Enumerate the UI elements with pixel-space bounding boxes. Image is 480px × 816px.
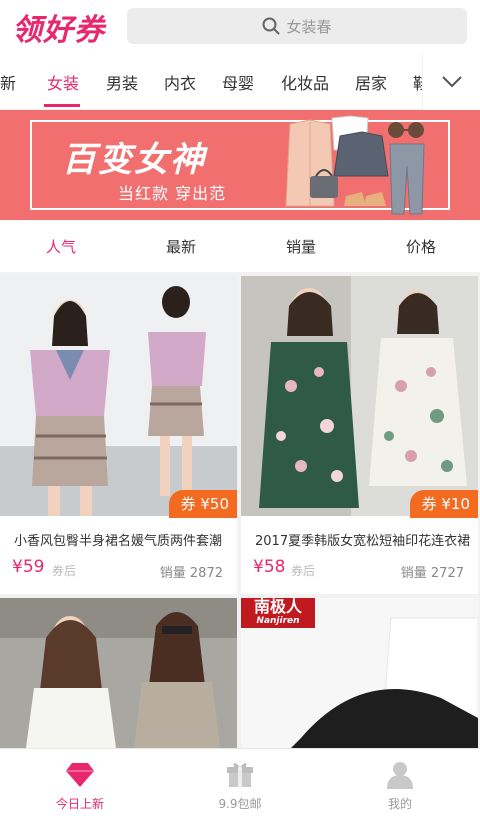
tab-label: 9.9包邮 xyxy=(218,797,262,811)
tab-free-shipping[interactable]: 9.9包邮 xyxy=(160,749,320,816)
brand-name: 南极人 xyxy=(253,598,302,616)
brand-name-latin: Nanjiren xyxy=(256,616,300,626)
price-after-coupon-tag: 券后 xyxy=(52,564,77,578)
promo-banner[interactable]: 百变女神 当红款 穿出范 xyxy=(0,110,480,220)
product-card[interactable]: 南极人 Nanjiren xyxy=(241,598,478,748)
sort-price[interactable]: 价格 xyxy=(406,236,436,257)
chevron-down-icon xyxy=(441,76,462,88)
active-tab-indicator xyxy=(44,104,80,107)
sort-newest[interactable]: 最新 xyxy=(166,236,196,257)
tab-label: 我的 xyxy=(387,797,412,811)
more-categories-button[interactable] xyxy=(422,54,480,110)
bottom-tab-bar: 今日上新 9.9包邮 我的 xyxy=(0,748,480,816)
sales-count: 销量 2727 xyxy=(401,562,464,581)
diamond-icon xyxy=(66,763,94,787)
product-card[interactable] xyxy=(0,598,237,748)
price-after-coupon-tag: 券后 xyxy=(291,564,316,578)
app-logo[interactable]: 领好券 xyxy=(0,5,120,49)
sort-bar: 人气 最新 销量 价格 xyxy=(0,220,480,272)
coupon-badge: 券 ¥10 xyxy=(409,490,478,518)
banner-subtitle: 当红款 穿出范 xyxy=(118,184,227,203)
product-image xyxy=(241,276,478,516)
search-bar[interactable]: 女装春 xyxy=(127,8,467,44)
user-icon xyxy=(387,762,413,789)
sales-count: 销量 2872 xyxy=(160,562,223,581)
product-price: ¥58 xyxy=(253,557,286,577)
brand-logo: 南极人 Nanjiren xyxy=(241,598,315,628)
product-image xyxy=(0,598,237,748)
sort-sales[interactable]: 销量 xyxy=(286,236,316,257)
category-tab-underwear[interactable]: 内衣 xyxy=(164,70,196,94)
category-tab-home[interactable]: 居家 xyxy=(355,70,387,94)
sort-popularity[interactable]: 人气 xyxy=(46,236,76,257)
banner-title: 百变女神 xyxy=(62,140,206,180)
gift-icon xyxy=(227,763,253,787)
category-tab-baby[interactable]: 母婴 xyxy=(222,70,254,94)
tab-today-new[interactable]: 今日上新 xyxy=(0,749,160,816)
sales-label: 销量 xyxy=(400,566,427,581)
search-icon xyxy=(262,17,280,35)
sales-value: 2872 xyxy=(189,566,223,581)
category-tab-cosmetics[interactable]: 化妆品 xyxy=(281,70,329,94)
app-header: 领好券 女装春 xyxy=(0,0,480,54)
sales-value: 2727 xyxy=(430,566,464,581)
product-title: 2017夏季韩版女宽松短袖印花连衣裙 xyxy=(255,534,470,549)
product-card[interactable]: 券 ¥10 2017夏季韩版女宽松短袖印花连衣裙 ¥58 券后 销量 2727 xyxy=(241,276,478,594)
product-card[interactable]: 券 ¥50 小香风包臀半身裙名媛气质两件套潮 ¥59 券后 销量 2872 xyxy=(0,276,237,594)
category-tab-new[interactable]: 上新 xyxy=(0,70,16,94)
category-tabs: 上新 女装 男装 内衣 母婴 化妆品 居家 鞋 xyxy=(0,54,480,110)
category-tab-women[interactable]: 女装 xyxy=(47,70,79,94)
category-tab-men[interactable]: 男装 xyxy=(106,70,138,94)
product-title: 小香风包臀半身裙名媛气质两件套潮 xyxy=(14,534,223,549)
tab-label: 今日上新 xyxy=(55,797,104,811)
coupon-badge: 券 ¥50 xyxy=(168,490,237,518)
product-image xyxy=(0,276,237,516)
product-price: ¥59 xyxy=(12,557,45,577)
tab-mine[interactable]: 我的 xyxy=(320,749,480,816)
search-placeholder: 女装春 xyxy=(286,17,332,36)
banner-clothing-illustration xyxy=(285,115,425,215)
sales-label: 销量 xyxy=(159,566,186,581)
